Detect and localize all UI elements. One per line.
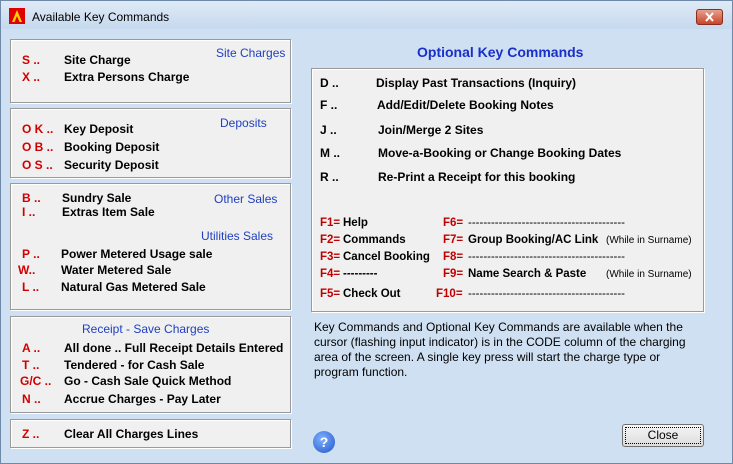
fkey-note: (While in Surname): [606, 235, 692, 246]
command-label: Key Deposit: [64, 122, 134, 136]
fkey-label: Group Booking/AC Link: [468, 234, 599, 246]
command-label: Re-Print a Receipt for this booking: [378, 170, 576, 184]
fkey-label: Name Search & Paste: [468, 268, 587, 280]
key-code: L ..: [22, 280, 40, 294]
command-label: All done .. Full Receipt Details Entered: [64, 341, 284, 355]
fkey-code: F6=: [443, 217, 464, 229]
key-code: I ..: [22, 205, 36, 219]
fkey-label: Check Out: [343, 288, 401, 300]
key-code: M ..: [320, 146, 340, 160]
fkey-label: ----------------------------------------…: [468, 217, 626, 229]
fkey-code: F2=: [320, 234, 341, 246]
command-label: Go - Cash Sale Quick Method: [64, 374, 232, 388]
command-label: Accrue Charges - Pay Later: [64, 392, 221, 406]
fkey-label: Cancel Booking: [343, 251, 430, 263]
window-close-button[interactable]: [696, 9, 723, 25]
key-code: B ..: [22, 191, 41, 205]
description-text: Key Commands and Optional Key Commands a…: [314, 320, 686, 379]
deposits-title: Deposits: [220, 116, 267, 130]
key-code: S ..: [22, 53, 41, 67]
fkey-label: Commands: [343, 234, 406, 246]
fkey-label: Help: [343, 217, 368, 229]
key-code: O B ..: [22, 140, 54, 154]
command-label: Move-a-Booking or Change Booking Dates: [378, 146, 622, 160]
window-title: Available Key Commands: [32, 10, 170, 24]
fkey-code: F1=: [320, 217, 341, 229]
other-sales-title: Other Sales: [214, 192, 278, 206]
clear-group: Z .. Clear All Charges Lines: [10, 419, 291, 448]
key-code: F ..: [320, 98, 338, 112]
key-code: W..: [18, 263, 36, 277]
fkey-note: (While in Surname): [606, 269, 692, 280]
deposits-group: Deposits O K .. Key Deposit O B .. Booki…: [10, 108, 291, 178]
fkey-code: F10=: [436, 288, 463, 300]
optional-commands-group: D .. Display Past Transactions (Inquiry)…: [311, 68, 704, 312]
key-code: J ..: [320, 123, 337, 137]
command-label: Add/Edit/Delete Booking Notes: [377, 98, 554, 112]
key-code: A ..: [22, 341, 41, 355]
key-code: N ..: [22, 392, 41, 406]
fkey-code: F9=: [443, 268, 464, 280]
site-charges-group: Site Charges S .. Site Charge X .. Extra…: [10, 39, 291, 103]
command-label: Water Metered Sale: [61, 263, 172, 277]
command-label: Power Metered Usage sale: [61, 247, 213, 261]
help-icon[interactable]: ?: [313, 431, 335, 453]
command-label: Extras Item Sale: [62, 205, 155, 219]
fkey-label: ---------: [343, 268, 378, 280]
fkey-label: ----------------------------------------…: [468, 251, 626, 263]
key-code: G/C ..: [20, 374, 52, 388]
close-icon: [705, 12, 714, 22]
receipt-group: Receipt - Save Charges A .. All done .. …: [10, 316, 291, 413]
command-label: Join/Merge 2 Sites: [378, 123, 484, 137]
fkey-code: F7=: [443, 234, 464, 246]
key-code: O K ..: [22, 122, 54, 136]
command-label: Booking Deposit: [64, 140, 160, 154]
fkey-code: F4=: [320, 268, 341, 280]
key-code: P ..: [22, 247, 40, 261]
close-button[interactable]: Close: [622, 424, 704, 447]
command-label: Security Deposit: [64, 158, 159, 172]
site-charges-title: Site Charges: [216, 46, 286, 60]
command-label: Sundry Sale: [62, 191, 132, 205]
key-code: X ..: [22, 70, 41, 84]
key-code: T ..: [22, 358, 40, 372]
title-bar[interactable]: Available Key Commands: [1, 1, 732, 29]
key-code: Z ..: [22, 427, 40, 441]
fkey-code: F5=: [320, 288, 341, 300]
command-label: Clear All Charges Lines: [64, 427, 199, 441]
other-sales-group: Other Sales B .. Sundry Sale I .. Extras…: [10, 183, 291, 310]
fkey-code: F3=: [320, 251, 341, 263]
command-label: Tendered - for Cash Sale: [64, 358, 205, 372]
receipt-title: Receipt - Save Charges: [82, 322, 210, 336]
fkey-label: ----------------------------------------…: [468, 288, 626, 300]
key-code: D ..: [320, 76, 339, 90]
key-code: O S ..: [22, 158, 53, 172]
app-logo-icon: [9, 8, 25, 24]
command-label: Extra Persons Charge: [64, 70, 190, 84]
command-label: Natural Gas Metered Sale: [61, 280, 206, 294]
optional-heading: Optional Key Commands: [417, 44, 584, 60]
help-glyph: ?: [319, 434, 329, 450]
command-label: Display Past Transactions (Inquiry): [376, 76, 577, 90]
utilities-sales-title: Utilities Sales: [201, 229, 274, 243]
key-code: R ..: [320, 170, 339, 184]
command-label: Site Charge: [64, 53, 131, 67]
fkey-code: F8=: [443, 251, 464, 263]
